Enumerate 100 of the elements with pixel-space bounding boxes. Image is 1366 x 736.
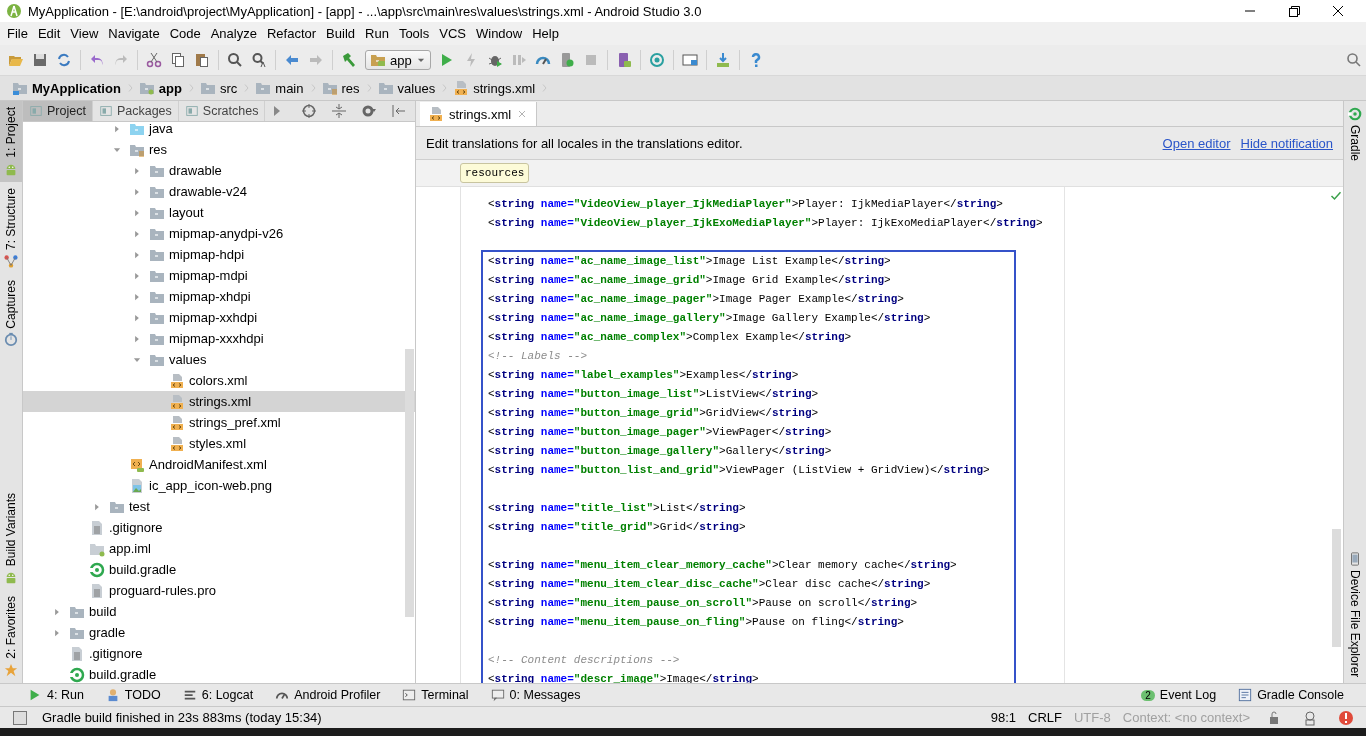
menu-item[interactable]: Build (321, 24, 360, 43)
panel-tab[interactable]: Project (23, 101, 93, 121)
text-file-icon (69, 645, 85, 662)
breadcrumb-item[interactable]: src (195, 80, 244, 96)
settings-icon[interactable] (361, 103, 377, 119)
tool-window-button[interactable]: Android Profiler (275, 688, 381, 702)
menu-item[interactable]: Run (360, 24, 394, 43)
menu-item[interactable]: File (2, 24, 33, 43)
run-configuration-dropdown[interactable]: app (365, 50, 431, 70)
menu-item[interactable]: VCS (434, 24, 471, 43)
tree-item[interactable]: colors.xml (23, 370, 415, 391)
code-line: <string name="ac_name_image_pager">Image Pager Example</string> (488, 292, 905, 307)
replace-icon[interactable] (251, 52, 267, 68)
menu-item[interactable]: Edit (32, 24, 66, 43)
tree-item[interactable]: styles.xml (23, 433, 415, 454)
breadcrumb-item[interactable]: main (251, 80, 310, 96)
tool-window-tab[interactable]: Captures (0, 273, 22, 353)
scrollbar-thumb[interactable] (405, 349, 414, 617)
tool-windows-icon[interactable] (12, 709, 28, 726)
tree-item[interactable]: drawable (23, 160, 415, 181)
line-separator[interactable]: CRLF (1028, 710, 1062, 725)
search-icon[interactable] (1346, 52, 1362, 68)
tree-item[interactable]: mipmap-xhdpi (23, 286, 415, 307)
tool-window-button[interactable]: Gradle Console (1238, 688, 1344, 702)
search-icon[interactable] (227, 52, 243, 68)
android-studio-icon (6, 3, 22, 19)
tree-item[interactable]: build.gradle (23, 664, 415, 683)
project-structure-icon[interactable] (681, 52, 698, 68)
close-icon[interactable] (1330, 3, 1346, 19)
tool-window-button[interactable]: 0: Messages (490, 688, 581, 702)
tool-window-button[interactable]: 6: Logcat (182, 688, 254, 702)
menu-item[interactable]: Code (164, 24, 206, 43)
tree-item[interactable]: res (23, 139, 415, 160)
tree-item[interactable]: drawable-v24 (23, 181, 415, 202)
tree-item[interactable]: mipmap-mdpi (23, 265, 415, 286)
editor-tab[interactable]: strings.xml (420, 102, 538, 126)
error-icon[interactable] (1338, 709, 1354, 726)
tool-window-button[interactable]: 4: Run (28, 688, 84, 702)
tree-item[interactable]: build (23, 601, 415, 622)
tree-item[interactable]: mipmap-hdpi (23, 244, 415, 265)
menu-item[interactable]: Window (470, 24, 528, 43)
menu-item[interactable]: Tools (393, 24, 435, 43)
maximize-icon[interactable] (1286, 3, 1302, 19)
tree-item[interactable]: AndroidManifest.xml (23, 454, 415, 475)
notification-link[interactable]: Open editor (1162, 135, 1231, 151)
tool-window-tab[interactable]: Build Variants (0, 487, 22, 591)
tree-item[interactable]: app.iml (23, 538, 415, 559)
paste-icon[interactable] (194, 52, 210, 68)
tool-window-button[interactable]: TODO (105, 688, 161, 702)
tree-item[interactable]: mipmap-anydpi-v26 (23, 223, 415, 244)
hammer-icon[interactable] (341, 52, 357, 68)
breadcrumb-item[interactable]: res (317, 80, 366, 96)
breadcrumb-item[interactable]: MyApplication (8, 80, 127, 96)
sdk-manager-icon[interactable] (714, 52, 731, 68)
locate-icon[interactable] (301, 103, 317, 119)
tree-item[interactable]: strings.xml (23, 391, 415, 412)
breadcrumb-item[interactable]: app (134, 80, 188, 96)
tree-item[interactable]: strings_pref.xml (23, 412, 415, 433)
tree-item[interactable]: java (23, 118, 415, 139)
menu-item[interactable]: View (65, 24, 104, 43)
cut-icon[interactable] (146, 52, 162, 68)
copy-icon[interactable] (170, 52, 186, 68)
xml-tag-breadcrumb[interactable]: resources (460, 163, 530, 183)
console-icon (1238, 688, 1253, 702)
collapse-all-icon[interactable] (331, 103, 347, 119)
tool-window-button[interactable]: 2 Event Log (1141, 688, 1217, 702)
tool-window-tab[interactable]: Device File Explorer (1344, 545, 1366, 683)
tree-item[interactable]: mipmap-xxxhdpi (23, 328, 415, 349)
sync-icon[interactable] (56, 52, 72, 68)
scrollbar-thumb[interactable] (1332, 529, 1341, 647)
menu-item[interactable]: Navigate (103, 24, 165, 43)
menu-item[interactable]: Analyze (205, 24, 262, 43)
tree-item[interactable]: proguard-rules.pro (23, 580, 415, 601)
tree-item[interactable]: values (23, 349, 415, 370)
panel-tab[interactable]: Scratches (178, 101, 266, 121)
tool-window-button[interactable]: Terminal (402, 688, 469, 702)
folder-icon (255, 80, 272, 96)
tree-item[interactable]: layout (23, 202, 415, 223)
notification-link[interactable]: Hide notification (1240, 135, 1333, 151)
menu-item[interactable]: Refactor (261, 24, 322, 43)
cursor-position[interactable]: 98:1 (990, 710, 1016, 725)
gradle-sync-icon[interactable] (648, 52, 665, 68)
breadcrumb-item[interactable]: strings.xml (449, 80, 542, 96)
tool-window-tab[interactable]: 1: Project (0, 101, 22, 182)
save-icon[interactable] (32, 52, 48, 68)
tool-window-tab[interactable]: 7: Structure (0, 181, 22, 274)
tree-item[interactable]: build.gradle (23, 559, 415, 580)
tree-item[interactable]: .gitignore (23, 643, 415, 664)
tree-item[interactable]: .gitignore (23, 517, 415, 538)
breadcrumb-item[interactable]: values (373, 80, 442, 96)
hide-panel-icon[interactable] (391, 103, 407, 119)
panel-tab[interactable]: Packages (92, 101, 179, 121)
menu-item[interactable]: Help (527, 24, 564, 43)
tool-window-tab[interactable]: Gradle (1344, 101, 1366, 168)
tool-window-tab[interactable]: 2: Favorites (0, 590, 22, 683)
tree-item[interactable]: ic_app_icon-web.png (23, 475, 415, 496)
tree-item[interactable]: test (23, 496, 415, 517)
inspector-icon[interactable] (1302, 709, 1318, 726)
tree-item[interactable]: mipmap-xxhdpi (23, 307, 415, 328)
tree-item[interactable]: gradle (23, 622, 415, 643)
